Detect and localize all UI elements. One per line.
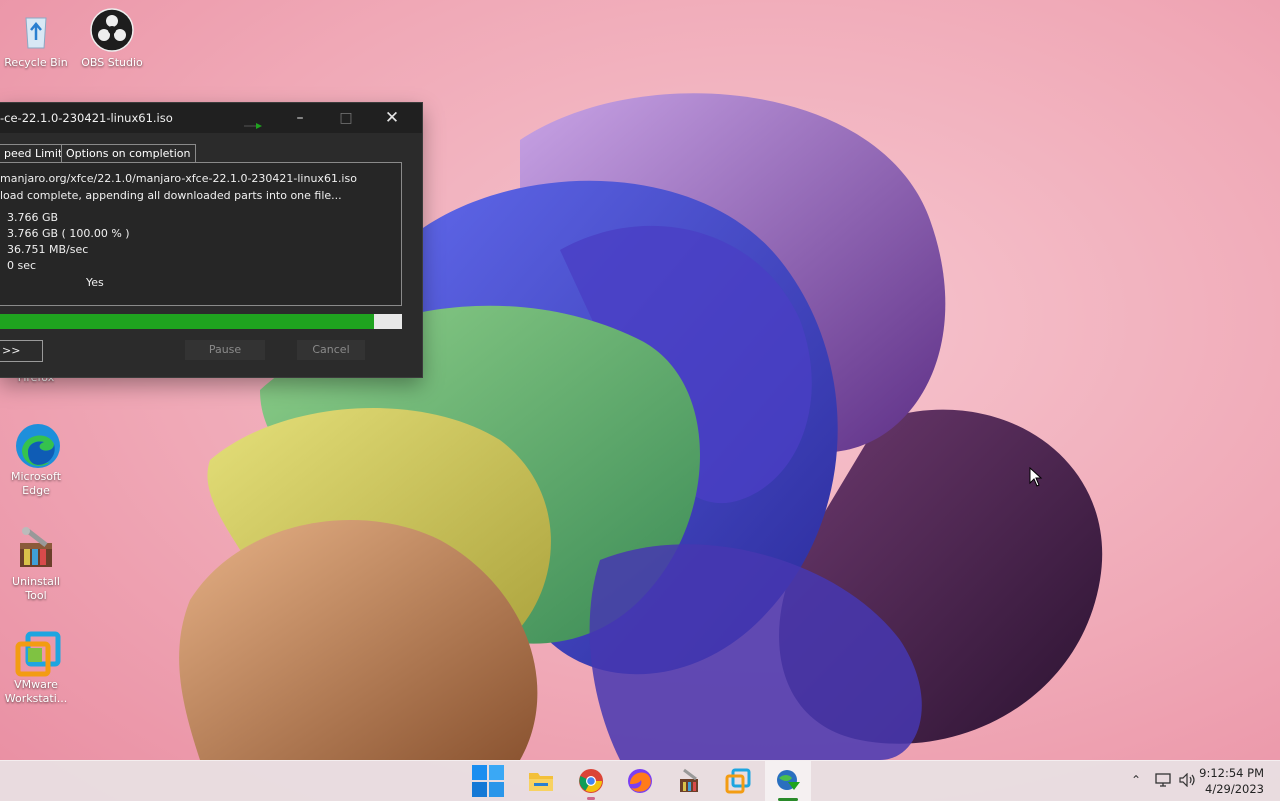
download-status-panel: manjaro.org/xfce/22.1.0/manjaro-xfce-22.… — [0, 162, 402, 306]
time-left-value: 0 sec — [7, 259, 37, 272]
file-size-value: 3.766 GB — [7, 211, 59, 224]
taskbar-chrome[interactable] — [571, 761, 611, 801]
taskbar: ⌃ 9:12:54 PM 4/29/2023 — [0, 760, 1280, 801]
progress-fill — [0, 314, 374, 329]
desktop-icon-label: Recycle Bin — [4, 56, 68, 69]
desktop-icon-obs-studio[interactable]: OBS Studio — [76, 8, 148, 70]
desktop-icon-label: VMware Workstati... — [4, 678, 68, 705]
window-titlebar[interactable]: -ce-22.1.0-230421-linux61.iso – □ ✕ — [0, 103, 422, 133]
start-button[interactable] — [468, 761, 508, 801]
status-text: load complete, appending all downloaded … — [0, 189, 342, 202]
resume-capability-value: Yes — [86, 276, 104, 289]
download-progress-bar — [0, 314, 402, 329]
uninstall-tool-icon — [680, 768, 698, 792]
transfer-rate-value: 36.751 MB/sec — [7, 243, 89, 256]
desktop-icon-edge[interactable]: Microsoft Edge — [0, 422, 72, 498]
vmware-icon — [14, 630, 61, 677]
download-window[interactable]: -ce-22.1.0-230421-linux61.iso – □ ✕ peed… — [0, 103, 422, 377]
maximize-button[interactable]: □ — [323, 103, 369, 133]
chrome-icon — [579, 769, 603, 793]
taskbar-file-explorer[interactable] — [521, 761, 561, 801]
desktop-icon-label: Microsoft Edge — [10, 470, 62, 497]
edge-icon — [14, 422, 60, 468]
downloaded-value: 3.766 GB ( 100.00 % ) — [7, 227, 130, 240]
mouse-cursor-icon — [1029, 467, 1043, 487]
file-explorer-icon — [529, 773, 553, 791]
taskbar-idm[interactable] — [765, 761, 811, 801]
network-icon[interactable] — [1155, 773, 1171, 790]
vmware-icon — [725, 768, 751, 794]
desktop-icon-vmware[interactable]: VMware Workstati... — [0, 630, 72, 706]
details-toggle-button[interactable]: >> — [0, 340, 43, 362]
window-title: -ce-22.1.0-230421-linux61.iso — [0, 111, 173, 125]
taskbar-uninstall-tool[interactable] — [669, 761, 709, 801]
close-button[interactable]: ✕ — [369, 103, 415, 133]
idm-tray-icon — [244, 115, 266, 129]
volume-icon[interactable] — [1179, 772, 1197, 790]
taskbar-vmware[interactable] — [718, 761, 758, 801]
tab-options-on-completion[interactable]: Options on completion — [61, 144, 196, 162]
taskbar-firefox[interactable] — [620, 761, 660, 801]
desktop-icon-recycle-bin[interactable]: Recycle Bin — [0, 8, 72, 70]
recycle-bin-icon — [14, 8, 58, 52]
chevron-up-icon[interactable]: ⌃ — [1131, 773, 1141, 787]
clock-date: 4/29/2023 — [1205, 782, 1264, 796]
system-clock[interactable]: 9:12:54 PM 4/29/2023 — [1199, 765, 1264, 797]
idm-icon — [777, 770, 800, 790]
uninstall-tool-icon — [14, 527, 58, 571]
desktop-icon-uninstall-tool[interactable]: Uninstall Tool — [0, 527, 72, 603]
cancel-button[interactable]: Cancel — [297, 340, 365, 360]
desktop-icon-label: OBS Studio — [81, 56, 143, 69]
obs-studio-icon — [90, 8, 134, 52]
firefox-icon — [628, 769, 652, 793]
url-text: manjaro.org/xfce/22.1.0/manjaro-xfce-22.… — [0, 172, 357, 185]
pause-button[interactable]: Pause — [185, 340, 265, 360]
minimize-button[interactable]: – — [277, 103, 323, 133]
clock-time: 9:12:54 PM — [1199, 766, 1264, 780]
desktop-icon-label: Uninstall Tool — [12, 575, 60, 602]
start-icon — [472, 765, 504, 797]
